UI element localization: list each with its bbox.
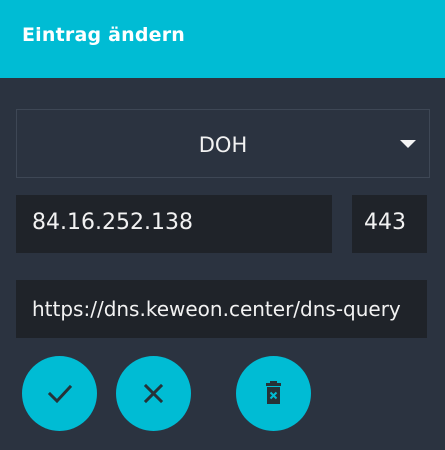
dialog-title: Eintrag ändern	[22, 24, 186, 46]
protocol-selected-value: DOH	[198, 133, 248, 157]
delete-button[interactable]	[236, 356, 311, 431]
confirm-button[interactable]	[22, 356, 97, 431]
dialog-header: Eintrag ändern	[0, 0, 445, 78]
url-field[interactable]: https://dns.keweon.center/dns-query	[16, 280, 427, 338]
check-icon	[47, 384, 73, 404]
caret-down-icon	[400, 140, 416, 148]
ip-address-value: 84.16.252.138	[32, 210, 193, 235]
port-value: 443	[364, 210, 406, 235]
url-value: https://dns.keweon.center/dns-query	[32, 297, 401, 321]
trash-icon	[266, 381, 281, 404]
ip-address-field[interactable]: 84.16.252.138	[16, 195, 332, 253]
edit-entry-dialog: Eintrag ändern DOH 84.16.252.138 443 htt…	[0, 0, 445, 450]
port-field[interactable]: 443	[352, 195, 427, 253]
cancel-button[interactable]	[116, 356, 191, 431]
close-icon	[143, 383, 164, 404]
protocol-select[interactable]: DOH	[16, 109, 430, 178]
